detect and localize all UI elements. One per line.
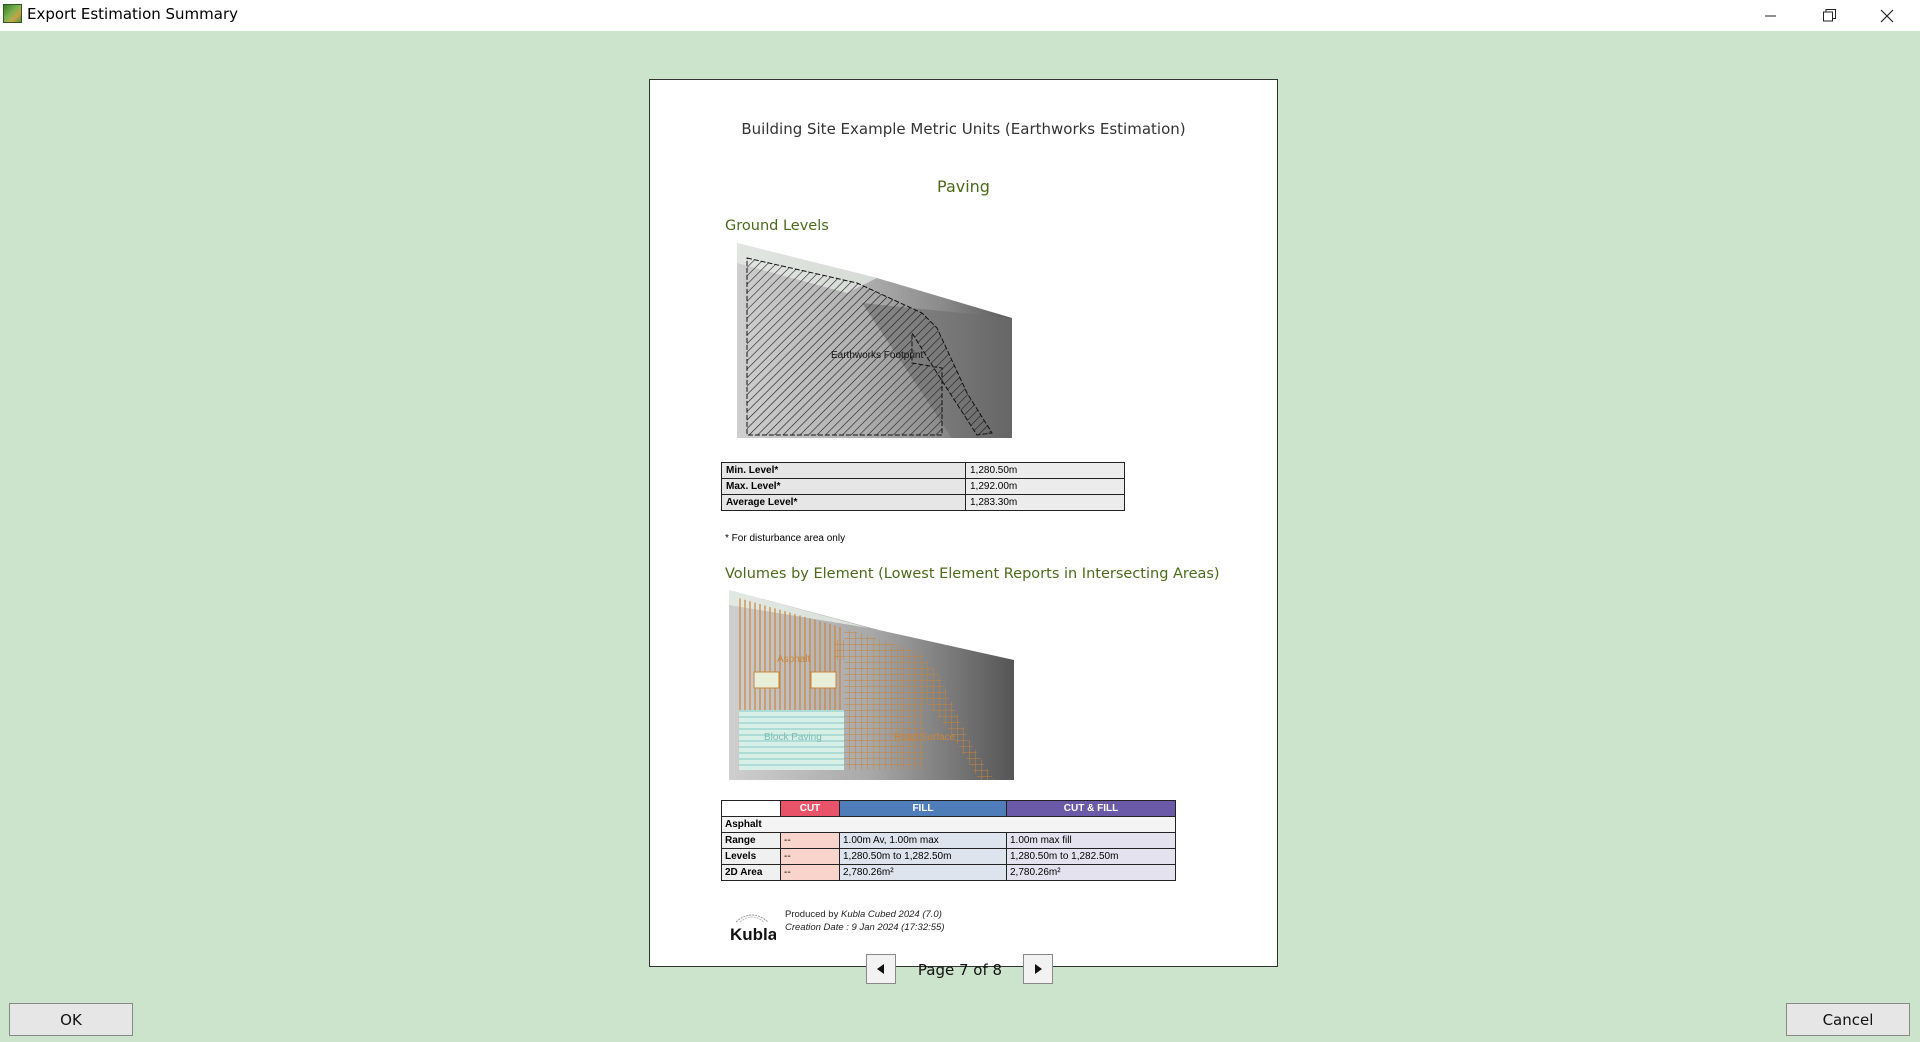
document-title: Building Site Example Metric Units (Eart… (741, 120, 1186, 138)
ground-levels-table: Min. Level* 1,280.50m Max. Level* 1,292.00… (721, 462, 1125, 511)
table-row: Min. Level* 1,280.50m (721, 462, 1125, 479)
fill-header: FILL (839, 800, 1007, 817)
volumes-heading: Volumes by Element (Lowest Element Repor… (725, 566, 1220, 582)
road-surface-label: Road Surface (894, 732, 956, 743)
table-row: Max. Level* 1,292.00m (721, 478, 1125, 495)
produced-product: Kubla Cubed 2024 (7.0) (840, 909, 942, 920)
creation-date: Creation Date : 9 Jan 2024 (17:32:55) (785, 922, 945, 933)
preview-area[interactable]: Building Site Example Metric Units (Eart… (4, 34, 1916, 989)
dialog-button-bar (0, 992, 1920, 1042)
app-icon (3, 4, 22, 23)
page-indicator: Page 7 of 8 (917, 961, 1003, 979)
previous-page-button[interactable] (866, 954, 896, 984)
minimize-button[interactable] (1742, 0, 1800, 31)
ground-levels-map: Earthworks Footprint (737, 243, 1012, 438)
table-header-row: CUT FILL CUT & FILL (721, 800, 1176, 817)
table-row: 2D Area -- 2,780.26m² 2,780.26m² (721, 864, 1176, 881)
disturbance-note: * For disturbance area only (725, 533, 846, 544)
restore-button[interactable] (1800, 0, 1858, 31)
cut-header: CUT (780, 800, 840, 817)
asphalt-label: Asphalt (777, 654, 811, 665)
minimize-icon (1765, 15, 1776, 16)
footer-text: Produced by Kubla Cubed 2024 (7.0) Creat… (785, 908, 945, 934)
block-paving-label: Block Paving (764, 732, 822, 743)
element-name: Asphalt (721, 816, 1176, 833)
svg-text:Kubla: Kubla (730, 925, 776, 944)
triangle-left-icon (877, 964, 884, 974)
table-row: Levels -- 1,280.50m to 1,282.50m 1,280.5… (721, 848, 1176, 865)
next-page-button[interactable] (1023, 954, 1053, 984)
triangle-right-icon (1035, 964, 1042, 974)
table-row: Asphalt (721, 816, 1176, 833)
kubla-logo: Kubla (730, 914, 776, 944)
close-icon (1880, 9, 1894, 22)
table-row: Average Level* 1,283.30m (721, 494, 1125, 511)
restore-icon (1822, 9, 1836, 22)
title-bar: Export Estimation Summary (0, 0, 1920, 31)
close-button[interactable] (1858, 0, 1916, 31)
window-title: Export Estimation Summary (27, 5, 239, 23)
table-row: Range -- 1.00m Av, 1.00m max 1.00m max f… (721, 832, 1176, 849)
earthworks-footprint-label: Earthworks Footprint (831, 350, 923, 361)
volumes-table: CUT FILL CUT & FILL Asphalt Range -- 1.0… (721, 800, 1176, 881)
volumes-map: Asphalt Block Paving Road Surface (729, 590, 1014, 780)
cancel-button[interactable]: Cancel (1786, 1003, 1910, 1036)
produced-prefix: Produced by (785, 909, 841, 920)
ground-levels-heading: Ground Levels (725, 218, 829, 234)
report-page: Building Site Example Metric Units (Eart… (649, 79, 1278, 967)
section-title: Paving (937, 177, 990, 196)
ok-button[interactable]: OK (9, 1003, 133, 1036)
cut-fill-header: CUT & FILL (1006, 800, 1176, 817)
